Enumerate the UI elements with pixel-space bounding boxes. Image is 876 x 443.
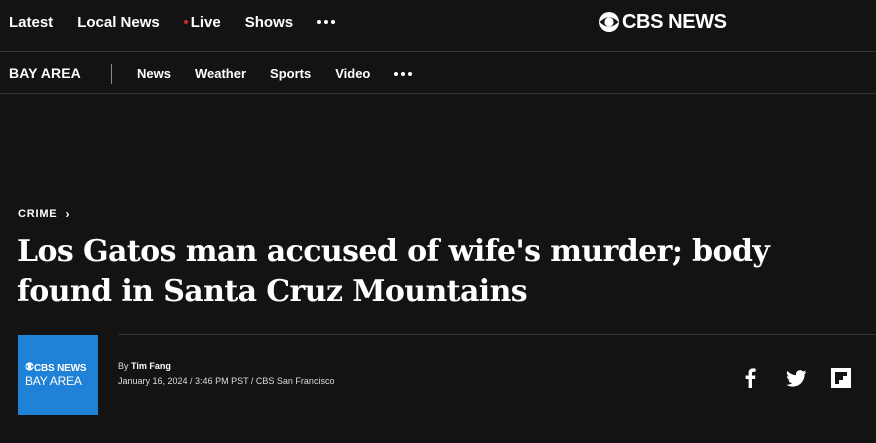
logo-wordmark: CBS NEWS <box>622 10 727 33</box>
nav-shows[interactable]: Shows <box>245 14 293 31</box>
section-video[interactable]: Video <box>335 66 370 81</box>
dateline: January 16, 2024 / 3:46 PM PST / CBS San… <box>118 376 335 386</box>
nav-live-label: Live <box>190 13 221 31</box>
top-bar: Latest Local News Live Shows CBS NEWS <box>0 0 876 52</box>
nav-live[interactable]: Live <box>183 13 221 31</box>
more-menu-icon[interactable] <box>317 0 336 44</box>
byline-prefix: By <box>118 361 129 371</box>
category-label: CRIME <box>18 208 58 220</box>
facebook-icon[interactable] <box>742 367 758 389</box>
article-headline: Los Gatos man accused of wife's murder; … <box>17 234 770 309</box>
author-name[interactable]: Tim Fang <box>131 361 171 371</box>
nav-latest[interactable]: Latest <box>9 14 53 31</box>
section-weather[interactable]: Weather <box>195 66 246 81</box>
top-nav: Latest Local News Live Shows <box>9 0 336 44</box>
source-logo-line1: CBS NEWS <box>34 362 87 374</box>
byline-divider <box>118 334 876 335</box>
twitter-icon[interactable] <box>785 367 807 389</box>
section-bar: BAY AREA News Weather Sports Video <box>0 53 876 94</box>
region-title[interactable]: BAY AREA <box>9 65 81 81</box>
live-dot-icon <box>183 19 188 24</box>
cbs-eye-icon <box>598 11 620 33</box>
byline: By Tim Fang <box>118 361 171 371</box>
source-logo: CBS NEWS BAY AREA <box>18 335 98 415</box>
section-sports[interactable]: Sports <box>270 66 311 81</box>
divider <box>111 64 112 84</box>
cbs-eye-icon <box>25 362 34 374</box>
source-logo-line2: BAY AREA <box>25 374 82 388</box>
section-nav: News Weather Sports Video <box>137 53 413 94</box>
flipboard-icon[interactable] <box>830 367 852 389</box>
category-link[interactable]: CRIME › <box>18 207 70 221</box>
section-news[interactable]: News <box>137 66 171 81</box>
cbs-news-logo[interactable]: CBS NEWS <box>598 10 727 34</box>
nav-local-news[interactable]: Local News <box>77 14 160 31</box>
section-more-icon[interactable] <box>394 53 413 94</box>
chevron-right-icon: › <box>65 207 71 221</box>
